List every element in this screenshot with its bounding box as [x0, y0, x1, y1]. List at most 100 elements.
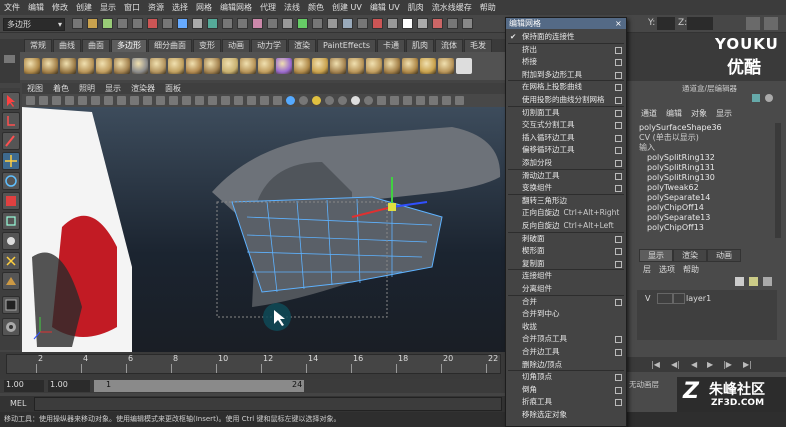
- channel-box-menu-item[interactable]: 显示: [716, 108, 732, 120]
- polygon-shelf-tool-icon[interactable]: [204, 58, 220, 74]
- viewport-menu-item[interactable]: 显示: [100, 83, 126, 94]
- viewport-toolbar-icon[interactable]: [26, 96, 35, 105]
- viewport-toolbar-icon[interactable]: [273, 96, 282, 105]
- viewport-toolbar-icon[interactable]: [260, 96, 269, 105]
- viewport-toolbar-icon[interactable]: [156, 96, 165, 105]
- polygon-shelf-tool-icon[interactable]: [96, 58, 112, 74]
- edit-mesh-menu-item[interactable]: 挤出: [506, 44, 626, 55]
- go-start-icon[interactable]: |◀: [651, 360, 660, 369]
- polygon-shelf-tool-icon[interactable]: [366, 58, 382, 74]
- status-line-tool-icon[interactable]: [162, 18, 173, 29]
- edit-mesh-menu-item[interactable]: 合并顶点工具: [506, 333, 626, 344]
- status-line-tool-icon[interactable]: [222, 18, 233, 29]
- menubar-item[interactable]: 代理: [256, 0, 280, 15]
- status-line-tool-icon[interactable]: [462, 18, 473, 29]
- tear-off-close-icon[interactable]: ×: [615, 18, 623, 28]
- status-line-tool-icon[interactable]: [327, 18, 338, 29]
- viewport-toolbar-icon[interactable]: [325, 96, 334, 105]
- shelf-tab[interactable]: 曲面: [82, 39, 110, 52]
- menubar-item[interactable]: 编辑 UV: [366, 0, 404, 15]
- edit-mesh-menu-item[interactable]: 收拢: [506, 321, 626, 332]
- option-box-icon[interactable]: [615, 235, 622, 243]
- polygon-shelf-tool-icon[interactable]: [402, 58, 418, 74]
- status-line-tool-icon[interactable]: [447, 18, 458, 29]
- polygon-shelf-tool-icon[interactable]: [276, 58, 292, 74]
- option-box-icon[interactable]: [615, 349, 622, 356]
- scale-tool-icon[interactable]: [2, 192, 20, 210]
- menubar-item[interactable]: 修改: [48, 0, 72, 15]
- edit-mesh-menu-item[interactable]: 附加到多边形工具: [506, 69, 626, 80]
- polygon-shelf-tool-icon[interactable]: [78, 58, 94, 74]
- status-line-tool-icon[interactable]: [132, 18, 143, 29]
- menubar-item[interactable]: 创建 UV: [328, 0, 366, 15]
- status-line-tool-icon[interactable]: [342, 18, 353, 29]
- four-view-layout-icon[interactable]: [2, 318, 20, 336]
- viewport-toolbar-icon[interactable]: [208, 96, 217, 105]
- viewport-toolbar-icon[interactable]: [39, 96, 48, 105]
- polygon-shelf-tool-icon[interactable]: [186, 58, 202, 74]
- option-box-icon[interactable]: [615, 298, 622, 306]
- polygon-shelf-tool-icon[interactable]: [114, 58, 130, 74]
- option-box-icon[interactable]: [615, 260, 622, 268]
- viewport-toolbar-icon[interactable]: [312, 96, 321, 105]
- viewport-toolbar-icon[interactable]: [403, 96, 412, 105]
- option-box-icon[interactable]: [615, 134, 622, 142]
- viewport-toolbar-icon[interactable]: [416, 96, 425, 105]
- status-line-tool-icon[interactable]: [267, 18, 278, 29]
- edit-mesh-menu-item[interactable]: 翻转三角形边: [506, 195, 626, 206]
- edit-mesh-menu-item[interactable]: 刺破面: [506, 233, 626, 244]
- edit-mesh-menu-item[interactable]: 合并: [506, 296, 626, 307]
- menubar-item[interactable]: 创建: [72, 0, 96, 15]
- status-line-tool-icon[interactable]: [282, 18, 293, 29]
- status-line-tool-icon[interactable]: [192, 18, 203, 29]
- viewport-toolbar-icon[interactable]: [455, 96, 464, 105]
- shelf-tab[interactable]: PaintEffects: [317, 39, 376, 52]
- option-box-icon[interactable]: [615, 147, 622, 155]
- layer-editor-tab[interactable]: 渲染: [673, 249, 707, 262]
- history-node[interactable]: polyChipOff14: [647, 203, 779, 213]
- status-line-tool-icon[interactable]: [147, 18, 158, 29]
- channel-box-menu-item[interactable]: 编辑: [666, 108, 682, 120]
- polygon-shelf-tool-icon[interactable]: [168, 58, 184, 74]
- menubar-item[interactable]: 肌肉: [404, 0, 428, 15]
- viewport-menu-item[interactable]: 着色: [48, 83, 74, 94]
- polygon-shelf-tool-icon[interactable]: [294, 58, 310, 74]
- option-box-icon[interactable]: [615, 59, 622, 67]
- layout-icon-1[interactable]: [752, 94, 760, 102]
- viewport-toolbar-icon[interactable]: [52, 96, 61, 105]
- status-line-tool-icon[interactable]: [252, 18, 263, 29]
- show-manipulator-icon[interactable]: [2, 252, 20, 270]
- menubar-item[interactable]: 显示: [96, 0, 120, 15]
- shelf-tab[interactable]: 卡通: [377, 39, 405, 52]
- status-line-tool-icon[interactable]: [312, 18, 323, 29]
- status-line-tool-icon[interactable]: [402, 18, 413, 29]
- status-line-tool-icon[interactable]: [117, 18, 128, 29]
- shelf-tab[interactable]: 变形: [193, 39, 221, 52]
- edit-mesh-menu-item[interactable]: 保持面的连接性 ✔: [506, 31, 626, 42]
- edit-mesh-menu-item[interactable]: 交互式分割工具: [506, 119, 626, 130]
- viewport-toolbar-icon[interactable]: [130, 96, 139, 105]
- go-end-icon[interactable]: ▶|: [743, 360, 752, 369]
- viewport-toolbar-icon[interactable]: [299, 96, 308, 105]
- menubar-item[interactable]: 编辑: [24, 0, 48, 15]
- move-manipulator-center[interactable]: [388, 203, 396, 211]
- viewport-menu-item[interactable]: 面板: [160, 83, 186, 94]
- viewport-menu-item[interactable]: 渲染器: [126, 83, 160, 94]
- edit-mesh-menu-item[interactable]: 切割面工具: [506, 107, 626, 118]
- channel-box-menu-item[interactable]: 对象: [691, 108, 707, 120]
- edit-mesh-menu-item[interactable]: 楔形面: [506, 245, 626, 256]
- viewport-toolbar-icon[interactable]: [104, 96, 113, 105]
- viewport-toolbar-icon[interactable]: [143, 96, 152, 105]
- soft-mod-tool-icon[interactable]: [2, 232, 20, 250]
- viewport-toolbar-icon[interactable]: [91, 96, 100, 105]
- option-box-icon[interactable]: [615, 46, 622, 54]
- viewport-toolbar-icon[interactable]: [117, 96, 126, 105]
- history-node[interactable]: polySplitRing132: [647, 153, 779, 163]
- attribute-editor-toggle-icon[interactable]: [764, 17, 778, 30]
- status-line-tool-icon[interactable]: [102, 18, 113, 29]
- menubar-item[interactable]: 窗口: [120, 0, 144, 15]
- layer-name[interactable]: layer1: [686, 294, 711, 303]
- edit-mesh-menu-item[interactable]: 复制面: [506, 258, 626, 269]
- option-box-icon[interactable]: [615, 109, 622, 117]
- history-node[interactable]: polySeparate13: [647, 213, 779, 223]
